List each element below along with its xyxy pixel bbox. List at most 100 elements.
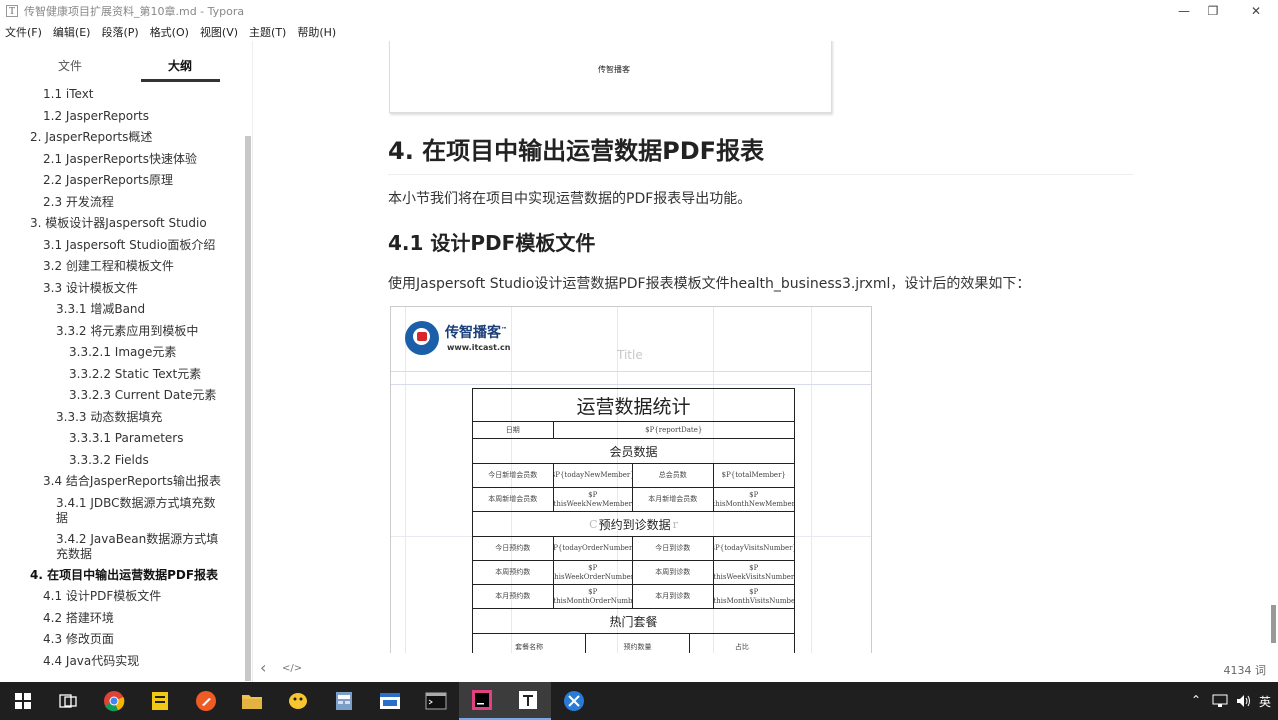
notes-taskbar-item[interactable] (137, 682, 183, 720)
logo-text: 传智播客 (445, 325, 501, 341)
date-label: 日期 (473, 422, 554, 438)
outline-item[interactable]: 4.2 搭建环境 (0, 611, 244, 633)
terminal-taskbar-item[interactable] (413, 682, 459, 720)
outline-item[interactable]: 3.4.1 JDBC数据源方式填充数据 (0, 496, 244, 532)
outline-item[interactable]: 2.1 JasperReports快速体验 (0, 152, 244, 174)
report-param-cell: $P{totalMember} (721, 471, 786, 479)
outline-item[interactable]: 1.2 JasperReports (0, 109, 244, 131)
volume-icon[interactable] (1236, 694, 1252, 708)
menu-theme[interactable]: 主题(T) (244, 24, 292, 40)
report-label-cell: 本周新增会员数 (473, 488, 554, 511)
outline-item[interactable]: 3.3.2 将元素应用到模板中 (0, 324, 244, 346)
report-param-cell: $P{todayNewMember} (554, 464, 633, 487)
xmind-taskbar-item[interactable] (551, 682, 597, 720)
heading-h1[interactable]: 4. 在项目中输出运营数据PDF报表 (388, 131, 1134, 175)
outline-item[interactable]: 3.4.2 JavaBean数据源方式填充数据 (0, 532, 244, 568)
band-title-label: Title (617, 348, 643, 362)
terminal-icon (425, 692, 447, 710)
postman-taskbar-item[interactable] (183, 682, 229, 720)
outline-item[interactable]: 3.1 Jaspersoft Studio面板介绍 (0, 238, 244, 260)
outline-item[interactable]: 3.3 设计模板文件 (0, 281, 244, 303)
report-param-cell: $P{todayOrderNumber} (554, 537, 633, 560)
editor-scrollbar[interactable] (1271, 605, 1276, 643)
tab-files[interactable]: 文件 (58, 57, 82, 74)
xmind-icon (564, 691, 584, 711)
outline-item[interactable]: 3.4 结合JasperReports输出报表 (0, 474, 244, 496)
outline-item[interactable]: 4.1 设计PDF模板文件 (0, 589, 244, 611)
report-row: 今日新增会员数 $P{todayNewMember} 总会员数 $P{totalMem… (473, 464, 794, 488)
taskbar: ⌃ 英 (0, 682, 1278, 720)
menu-paragraph[interactable]: 段落(P) (96, 24, 144, 40)
restore-button[interactable]: ❐ (1191, 0, 1235, 22)
overlay-letter: C (589, 517, 598, 531)
outline-item[interactable]: 2.2 JasperReports原理 (0, 173, 244, 195)
report-label-cell: 今日到诊数 (633, 537, 714, 560)
outline-item[interactable]: 4. 在项目中输出运营数据PDF报表 (0, 568, 244, 590)
logo-trademark: ™ (501, 326, 507, 334)
outline-item[interactable]: 3.3.2.2 Static Text元素 (0, 367, 244, 389)
tab-outline[interactable]: 大纲 (168, 57, 192, 74)
typora-taskbar-item[interactable] (505, 682, 551, 720)
outline-item[interactable]: 3.2 创建工程和模板文件 (0, 259, 244, 281)
outline-item[interactable]: 3.3.3.1 Parameters (0, 431, 244, 453)
menu-format[interactable]: 格式(O) (145, 24, 195, 40)
typora-app-icon: T (6, 5, 18, 17)
chrome-taskbar-item[interactable] (91, 682, 137, 720)
previous-image: 传智播客 (389, 41, 832, 113)
typora-icon (519, 691, 537, 709)
report-label-cell: 今日预约数 (473, 537, 554, 560)
menu-file[interactable]: 文件(F) (0, 24, 48, 40)
start-button[interactable] (0, 682, 46, 720)
paragraph[interactable]: 使用Jaspersoft Studio设计运营数据PDF报表模板文件health… (388, 273, 1030, 293)
calculator-taskbar-item[interactable] (321, 682, 367, 720)
report-param-cell: $P {thisWeekOrderNumber} (554, 561, 633, 584)
folder-icon (242, 695, 262, 709)
word-count[interactable]: 4134 词 (1224, 662, 1267, 678)
sidebar: 文件 大纲 1.1 iText 1.2 JasperReports 2. Jaspe… (0, 41, 253, 682)
status-bar: ‹ </> 4134 词 (254, 656, 1278, 682)
outline-list: 1.1 iText 1.2 JasperReports 2. JasperRepor… (0, 87, 244, 675)
close-button[interactable]: ✕ (1234, 0, 1278, 22)
outline-item[interactable]: 2.3 开发流程 (0, 195, 244, 217)
report-param-cell: $P {thisMonthVisitsNumber (713, 587, 795, 605)
section-member-title: 会员数据 (609, 444, 658, 459)
outline-item[interactable]: 3.3.2.3 Current Date元素 (0, 388, 244, 410)
section-visit-text: 预约到诊数据 (598, 517, 671, 532)
hot-header-cell: 占比 (734, 642, 749, 651)
paragraph[interactable]: 本小节我们将在项目中实现运营数据的PDF报表导出功能。 (388, 188, 751, 208)
input-method-indicator[interactable]: 英 (1259, 693, 1271, 710)
outline-item[interactable]: 2. JasperReports概述 (0, 130, 244, 152)
menu-edit[interactable]: 编辑(E) (48, 24, 97, 40)
postman-icon (196, 691, 216, 711)
section-visit-title: C 预约到诊数据 r (473, 512, 794, 536)
heading-h2[interactable]: 4.1 设计PDF模板文件 (388, 227, 595, 256)
outline-item[interactable]: 1.1 iText (0, 87, 244, 109)
menu-bar: 文件(F) 编辑(E) 段落(P) 格式(O) 视图(V) 主题(T) 帮助(H… (0, 22, 1278, 41)
toggle-sidebar-icon[interactable]: ‹ (260, 658, 266, 677)
outline-item[interactable]: 4.3 修改页面 (0, 632, 244, 654)
report-row: 本月预约数 $P {thisMonthOrderNumbe 本月到诊数 $P {thi… (473, 585, 794, 609)
task-view-button[interactable] (45, 682, 91, 720)
outline-item[interactable]: 4.4 Java代码实现 (0, 654, 244, 676)
outline-item[interactable]: 3.3.1 增减Band (0, 302, 244, 324)
report-param-cell: $P {thisMonthOrderNumbe (554, 585, 633, 608)
report-row: 本周预约数$P {thisWeekOrderNumber}本周到诊数$P {th… (473, 561, 794, 585)
menu-view[interactable]: 视图(V) (195, 24, 244, 40)
outline-item[interactable]: 3.3.2.1 Image元素 (0, 345, 244, 367)
outline-item[interactable]: 3. 模板设计器Jaspersoft Studio (0, 216, 244, 238)
intellij-taskbar-item[interactable] (459, 682, 505, 720)
chat-taskbar-item[interactable] (275, 682, 321, 720)
outline-item[interactable]: 3.3.3 动态数据填充 (0, 410, 244, 432)
tray-expand-icon[interactable]: ⌃ (1191, 693, 1201, 707)
sidebar-scrollbar[interactable] (245, 136, 251, 681)
menu-help[interactable]: 帮助(H) (292, 24, 342, 40)
editor-taskbar-item[interactable] (367, 682, 413, 720)
bird-chat-icon (289, 693, 307, 709)
logo-url: www.itcast.cn (447, 343, 511, 352)
file-explorer-taskbar-item[interactable] (229, 682, 275, 720)
report-label-cell: 今日新增会员数 (473, 464, 554, 487)
network-icon[interactable] (1212, 694, 1228, 708)
source-code-mode-icon[interactable]: </> (282, 663, 302, 674)
outline-item[interactable]: 3.3.3.2 Fields (0, 453, 244, 475)
task-view-icon (59, 694, 77, 708)
